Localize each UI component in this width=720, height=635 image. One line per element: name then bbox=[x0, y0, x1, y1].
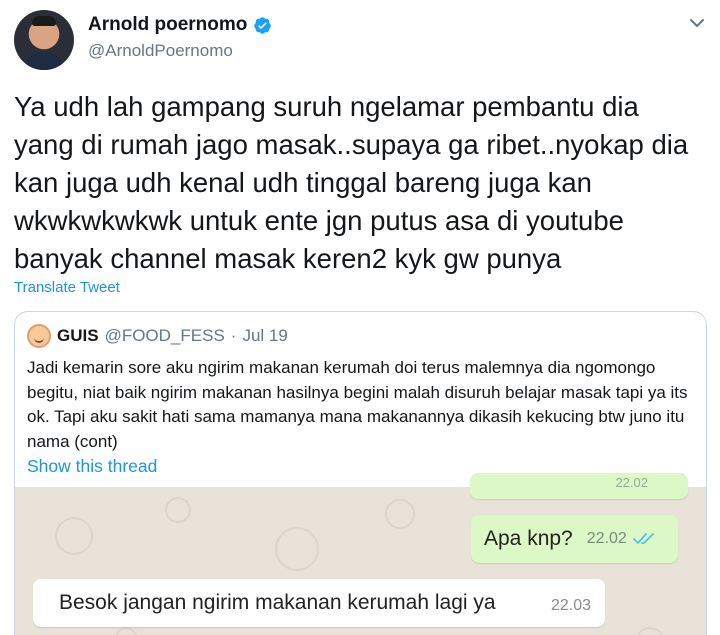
display-name[interactable]: Arnold poernomo bbox=[88, 14, 247, 36]
avatar[interactable] bbox=[14, 10, 74, 70]
chat-wallpaper-doodle bbox=[165, 497, 191, 523]
chat-message: Apa knp? bbox=[484, 527, 573, 550]
quoted-tweet-card[interactable]: GUIS @FOOD_FESS · Jul 19 Jadi kemarin so… bbox=[14, 311, 707, 635]
author-name-row: Arnold poernomo bbox=[88, 14, 272, 36]
chevron-down-icon[interactable] bbox=[688, 14, 706, 32]
chat-wallpaper-doodle bbox=[385, 499, 415, 529]
chat-wallpaper-doodle bbox=[635, 627, 665, 635]
chat-wallpaper-doodle bbox=[275, 527, 319, 571]
translate-tweet-link[interactable]: Translate Tweet bbox=[14, 279, 120, 296]
author-handle[interactable]: @ArnoldPoernomo bbox=[88, 41, 233, 61]
chat-timestamp-partial: 22.02 bbox=[615, 475, 648, 490]
chat-screenshot: 22.02 Apa knp? 22.02 Besok jangan ngirim… bbox=[15, 473, 706, 635]
chat-timestamp: 22.02 bbox=[586, 530, 627, 547]
chat-bubble-incoming: Besok jangan ngirim makanan kerumah lagi… bbox=[33, 579, 605, 627]
chat-wallpaper-doodle bbox=[55, 517, 93, 555]
quoted-separator: · bbox=[230, 326, 237, 345]
quoted-date: Jul 19 bbox=[242, 326, 288, 345]
tweet: Arnold poernomo @ArnoldPoernomo Ya udh l… bbox=[0, 0, 720, 635]
avatar-shirt bbox=[22, 52, 66, 70]
verified-badge-icon bbox=[254, 16, 272, 34]
quoted-tweet-header: GUIS @FOOD_FESS · Jul 19 bbox=[27, 324, 288, 348]
chat-timestamp: 22.03 bbox=[550, 597, 591, 614]
quoted-tweet-text: Jadi kemarin sore aku ngirim makanan ker… bbox=[27, 358, 688, 451]
quoted-handle: @FOOD_FESS bbox=[104, 326, 225, 345]
show-thread-link[interactable]: Show this thread bbox=[27, 456, 157, 477]
chat-bubble-outgoing: Apa knp? 22.02 bbox=[471, 515, 678, 563]
chat-message: Besok jangan ngirim makanan kerumah lagi… bbox=[59, 591, 496, 614]
double-check-icon bbox=[632, 533, 654, 544]
tweet-text: Ya udh lah gampang suruh ngelamar pemban… bbox=[14, 91, 689, 274]
quoted-display-name: GUIS bbox=[57, 326, 99, 345]
quoted-avatar bbox=[27, 324, 51, 348]
avatar-hair bbox=[32, 16, 56, 26]
chat-wallpaper-doodle bbox=[115, 627, 137, 635]
chat-bubble-partial: 22.02 bbox=[470, 473, 688, 499]
